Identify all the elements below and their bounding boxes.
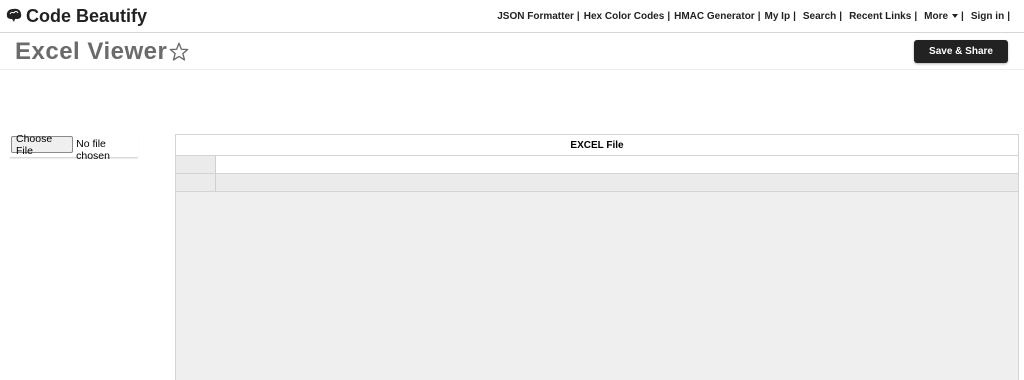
page-title-text: Excel Viewer	[15, 38, 168, 65]
brand-name: Code Beautify	[26, 5, 148, 26]
top-navbar: Code Beautify JSON Formatter | Hex Color…	[0, 0, 1024, 33]
nav-link-json-formatter[interactable]: JSON Formatter	[497, 11, 574, 22]
nav-link-my-ip[interactable]: My Ip	[765, 11, 791, 22]
caret-down-icon	[952, 13, 959, 18]
nav-separator: |	[914, 10, 918, 22]
nav-link-hmac-generator[interactable]: HMAC Generator	[674, 11, 755, 22]
sheet-cell[interactable]	[216, 156, 1018, 173]
nav-separator: |	[576, 10, 580, 22]
title-bar: Excel Viewer Save & Share	[0, 33, 1024, 70]
file-status-text: No file chosen	[76, 138, 110, 162]
star-outline-icon[interactable]	[168, 41, 190, 63]
sheet-cell[interactable]	[216, 174, 1018, 191]
top-nav-links: JSON Formatter | Hex Color Codes | HMAC …	[497, 9, 1010, 23]
nav-separator: |	[667, 10, 671, 22]
nav-separator: |	[839, 10, 843, 22]
sheet-row	[176, 156, 1018, 174]
nav-more-label: More	[924, 10, 949, 22]
nav-link-search[interactable]: Search	[803, 11, 836, 22]
nav-separator: |	[1007, 10, 1010, 22]
choose-file-button[interactable]: Choose File	[11, 133, 74, 157]
excel-sheet-panel: EXCEL File	[175, 134, 1019, 380]
brain-icon	[4, 6, 24, 26]
nav-link-sign-in[interactable]: Sign in	[971, 11, 1004, 22]
nav-link-hex-color-codes[interactable]: Hex Color Codes	[584, 11, 665, 22]
file-input[interactable]: Choose File No file chosen	[10, 133, 138, 162]
nav-separator: |	[793, 10, 796, 22]
nav-link-recent-links[interactable]: Recent Links	[849, 11, 911, 22]
save-and-share-button[interactable]: Save & Share	[914, 40, 1008, 63]
site-logo[interactable]: Code Beautify	[4, 4, 147, 28]
page-title: Excel Viewer	[15, 38, 190, 66]
row-header-cell[interactable]	[176, 174, 216, 191]
sheet-title: EXCEL File	[176, 135, 1018, 156]
sheet-row	[176, 174, 1018, 192]
nav-separator: |	[757, 10, 761, 22]
row-header-cell[interactable]	[176, 156, 216, 173]
nav-more-dropdown[interactable]: More	[924, 10, 959, 22]
nav-separator: |	[961, 10, 964, 22]
